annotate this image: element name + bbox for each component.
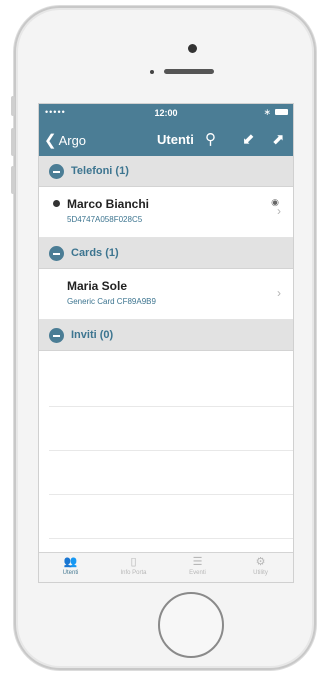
battery-icon (275, 109, 288, 115)
section-cards[interactable]: Cards (1) (39, 238, 293, 269)
section-label: Telefoni (1) (71, 165, 129, 177)
tab-label: Utenti (62, 570, 79, 576)
tab-label: Eventi (189, 570, 206, 576)
tab-info-porta[interactable]: ▯ Info Porta (102, 555, 165, 582)
divider (49, 538, 293, 539)
status-time: 12:00 (154, 108, 178, 118)
page-title: Utenti (157, 132, 194, 147)
volume-down-button (11, 166, 15, 194)
back-button[interactable]: ❮ Argo (44, 131, 86, 149)
tab-utenti[interactable]: 👥 Utenti (39, 555, 102, 582)
item-name: Marco Bianchi (67, 197, 150, 211)
item-name: Maria Sole (67, 279, 128, 293)
bluetooth-icon: ∗ (263, 107, 271, 117)
section-label: Cards (1) (71, 247, 119, 259)
list-icon: ☰ (192, 556, 203, 568)
search-icon[interactable]: ⚲ (205, 130, 216, 148)
earpiece-speaker (164, 69, 214, 74)
section-telefoni[interactable]: Telefoni (1) (39, 156, 293, 187)
collapse-icon (49, 164, 64, 179)
section-inviti[interactable]: Inviti (0) (39, 320, 293, 351)
chevron-right-icon: › (277, 286, 281, 300)
add-user-icon[interactable]: ⬋ (242, 130, 255, 148)
collapse-icon (49, 328, 64, 343)
home-button[interactable] (158, 592, 224, 658)
chevron-right-icon: › (277, 204, 281, 218)
gear-icon: ⚙ (255, 556, 266, 568)
collapse-icon (49, 246, 64, 261)
tab-bar: 👥 Utenti ▯ Info Porta ☰ Eventi ⚙ Utility (39, 552, 293, 582)
status-bar: ••••• 12:00 ∗ (39, 104, 293, 122)
mute-switch (11, 96, 15, 116)
tab-label: Info Porta (120, 570, 147, 576)
item-detail: Generic Card CF89A9B9 (67, 297, 156, 306)
remove-user-icon[interactable]: ⬈ (272, 130, 285, 148)
tab-utility[interactable]: ⚙ Utility (229, 555, 292, 582)
proximity-sensor (150, 70, 154, 74)
status-dot-icon (53, 200, 60, 207)
nav-bar: ❮ Argo Utenti ⚲ ⬋ ⬈ (39, 122, 293, 156)
chevron-left-icon: ❮ (44, 132, 57, 149)
section-label: Inviti (0) (71, 329, 114, 341)
list-item[interactable]: Marco Bianchi 5D4747A058F028C5 ◉ › (39, 187, 293, 238)
divider (49, 494, 293, 495)
list-item[interactable]: Maria Sole Generic Card CF89A9B9 › (39, 269, 293, 320)
tab-eventi[interactable]: ☰ Eventi (166, 555, 229, 582)
tab-label: Utility (253, 570, 268, 576)
users-icon: 👥 (63, 556, 78, 568)
door-icon: ▯ (130, 556, 137, 568)
back-label: Argo (58, 133, 87, 148)
divider (49, 406, 293, 407)
divider (49, 450, 293, 451)
item-detail: 5D4747A058F028C5 (67, 215, 143, 224)
volume-up-button (11, 128, 15, 156)
app-screen: ••••• 12:00 ∗ ❮ Argo Utenti ⚲ ⬋ ⬈ Telefon… (38, 103, 294, 583)
front-camera (188, 44, 197, 53)
